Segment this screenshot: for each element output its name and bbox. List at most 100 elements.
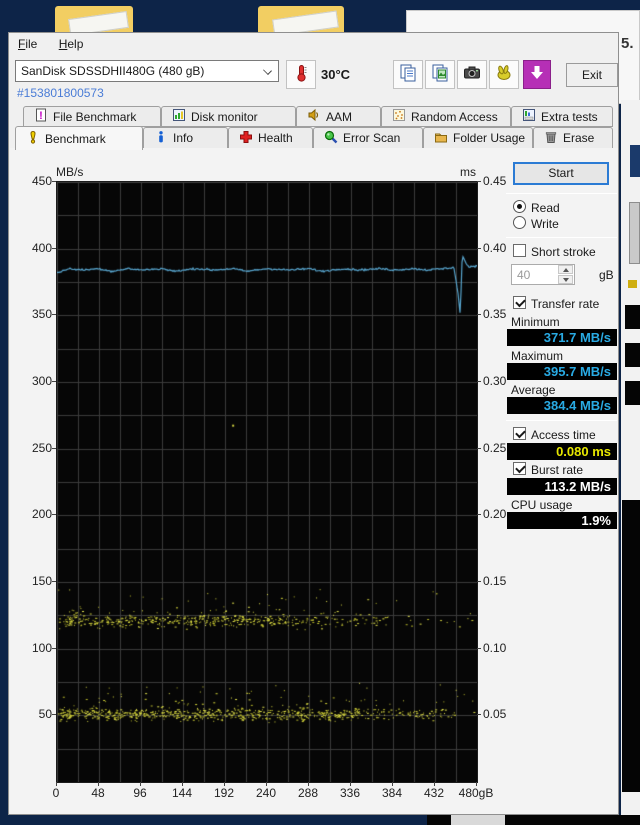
support-button[interactable] xyxy=(489,60,519,89)
thermometer-icon xyxy=(291,63,311,86)
maximum-value: 395.7 MB/s xyxy=(507,363,617,380)
access-time-checkbox[interactable] xyxy=(513,427,526,440)
short-stroke-spinner[interactable]: 40 xyxy=(511,264,575,285)
background-fragment xyxy=(625,305,640,329)
screenshot-button[interactable] xyxy=(457,60,487,89)
right-axis-tick-mark xyxy=(477,448,481,449)
transfer-rate-checkbox[interactable] xyxy=(513,296,526,309)
menu-file[interactable]: File xyxy=(9,33,46,54)
tab-benchmark[interactable]: Benchmark xyxy=(15,126,143,150)
copy-image-icon xyxy=(430,63,450,86)
access-time-label: Access time xyxy=(531,428,596,442)
tab-label: Benchmark xyxy=(45,132,106,146)
separator xyxy=(506,193,617,194)
background-fragment xyxy=(628,280,637,288)
y-axis-tick-label: 200 xyxy=(17,507,52,521)
x-axis-tick-label: 0 xyxy=(36,786,76,800)
folder-icon xyxy=(434,130,448,147)
minimum-label: Minimum xyxy=(511,315,560,329)
tab-error-scan[interactable]: Error Scan xyxy=(313,127,423,149)
tab-random-access[interactable]: Random Access xyxy=(381,106,511,127)
tab-file-benchmark[interactable]: ! File Benchmark xyxy=(23,106,161,127)
right-axis-tick-label: 0.45 xyxy=(483,174,506,188)
background-fragment xyxy=(505,815,640,825)
x-axis-tick-label: 480gB xyxy=(454,786,498,800)
burst-rate-checkbox[interactable] xyxy=(513,462,526,475)
temperature-button[interactable] xyxy=(286,60,316,89)
background-window-text: 5. xyxy=(621,35,634,52)
short-stroke-unit: gB xyxy=(599,268,614,282)
y-axis-tick-mark xyxy=(52,381,56,382)
copy-text-button[interactable] xyxy=(393,60,423,89)
y-axis-tick-label: 400 xyxy=(17,241,52,255)
y-axis-tick-label: 350 xyxy=(17,307,52,321)
y-axis-tick-mark xyxy=(52,581,56,582)
x-axis-tick-mark xyxy=(182,782,183,786)
burst-rate-value: 113.2 MB/s xyxy=(507,478,617,495)
right-axis-tick-label: 0.40 xyxy=(483,241,506,255)
x-axis-tick-mark xyxy=(140,782,141,786)
right-axis-tick-label: 0.10 xyxy=(483,641,506,655)
hand-icon xyxy=(494,63,514,86)
x-axis-tick-label: 240 xyxy=(246,786,286,800)
desktop-folder-icon xyxy=(55,6,133,32)
tab-label: Random Access xyxy=(411,110,498,124)
spinner-up-button[interactable] xyxy=(558,265,573,274)
benchmark-chart-canvas xyxy=(56,181,478,783)
read-radio[interactable] xyxy=(513,200,526,213)
tab-label: Error Scan xyxy=(343,131,400,145)
background-fragment xyxy=(629,202,640,264)
minimum-value: 371.7 MB/s xyxy=(507,329,617,346)
y-axis-tick-mark xyxy=(52,714,56,715)
x-axis-tick-label: 96 xyxy=(120,786,160,800)
error-scan-icon xyxy=(324,130,338,147)
menu-help[interactable]: Help xyxy=(50,33,93,54)
tab-label: File Benchmark xyxy=(53,110,136,124)
x-axis-tick-label: 48 xyxy=(78,786,118,800)
x-axis-tick-mark xyxy=(224,782,225,786)
tab-label: Info xyxy=(173,131,193,145)
y-axis-tick-mark xyxy=(52,248,56,249)
tab-info[interactable]: Info xyxy=(143,127,228,149)
tab-label: Erase xyxy=(563,131,594,145)
y-axis-tick-mark xyxy=(52,514,56,515)
separator xyxy=(506,420,617,421)
start-button[interactable]: Start xyxy=(513,162,609,185)
x-axis-tick-label: 144 xyxy=(162,786,202,800)
right-axis-tick-mark xyxy=(477,514,481,515)
background-fragment xyxy=(625,381,640,405)
separator xyxy=(506,237,617,238)
info-icon xyxy=(154,130,168,147)
tab-extra-tests[interactable]: Extra tests xyxy=(511,106,613,127)
background-fragment xyxy=(630,145,640,177)
x-axis-tick-mark xyxy=(56,782,57,786)
right-axis-tick-mark xyxy=(477,181,481,182)
tab-health[interactable]: Health xyxy=(228,127,313,149)
x-axis-tick-mark xyxy=(476,782,477,786)
copy-image-button[interactable] xyxy=(425,60,455,89)
right-axis-unit: ms xyxy=(446,165,476,179)
speaker-icon xyxy=(307,108,321,125)
tab-label: Folder Usage xyxy=(453,131,525,145)
y-axis-tick-label: 50 xyxy=(17,707,52,721)
y-axis-tick-label: 150 xyxy=(17,574,52,588)
burst-rate-label: Burst rate xyxy=(531,463,583,477)
update-download-button[interactable] xyxy=(523,60,551,89)
write-radio[interactable] xyxy=(513,216,526,229)
short-stroke-value: 40 xyxy=(517,268,530,282)
triangle-up-icon xyxy=(563,268,569,272)
short-stroke-checkbox[interactable] xyxy=(513,244,526,257)
tab-folder-usage[interactable]: Folder Usage xyxy=(423,127,533,149)
tab-disk-monitor[interactable]: Disk monitor xyxy=(161,106,296,127)
tab-erase[interactable]: Erase xyxy=(533,127,613,149)
device-select[interactable]: SanDisk SDSSDHII480G (480 gB) xyxy=(15,60,279,82)
tab-aam[interactable]: AAM xyxy=(296,106,381,127)
right-axis-tick-label: 0.20 xyxy=(483,507,506,521)
y-axis-tick-label: 250 xyxy=(17,441,52,455)
spinner-down-button[interactable] xyxy=(558,275,573,284)
x-axis-tick-mark xyxy=(308,782,309,786)
tab-label: Disk monitor xyxy=(191,110,258,124)
x-axis-tick-mark xyxy=(98,782,99,786)
exit-button[interactable]: Exit xyxy=(566,63,618,87)
average-label: Average xyxy=(511,383,555,397)
